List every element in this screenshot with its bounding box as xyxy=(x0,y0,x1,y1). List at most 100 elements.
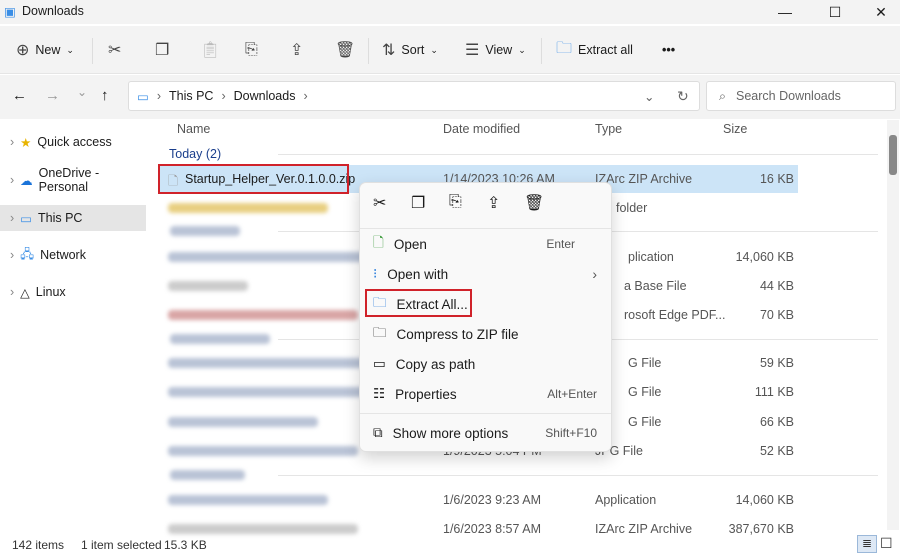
menu-label: Properties xyxy=(395,386,457,402)
file-size: 59 KB xyxy=(759,356,794,370)
file-size: 66 KB xyxy=(759,415,794,429)
view-label: View xyxy=(485,43,513,57)
menu-item-open-with[interactable]: ⁝ Open with › xyxy=(360,259,611,289)
share-icon[interactable]: ⇪ xyxy=(487,193,500,213)
menu-item-compress[interactable]: 🗀 Compress to ZIP file xyxy=(360,319,611,349)
file-type: G File xyxy=(628,385,662,399)
menu-label: Open xyxy=(393,236,427,252)
file-row[interactable]: 1/6/2023 9:23 AM Application 14,060 KB xyxy=(158,486,798,514)
group-label: Today (2) xyxy=(169,147,222,161)
cut-icon[interactable]: ✂ xyxy=(108,38,121,62)
more-button[interactable]: ••• xyxy=(662,38,675,62)
new-button[interactable]: ⊕ New ⌄ xyxy=(16,38,74,62)
group-header[interactable] xyxy=(158,465,878,485)
column-date[interactable]: Date modified xyxy=(443,122,520,136)
minimize-button[interactable]: — xyxy=(770,2,800,22)
back-icon[interactable]: ← xyxy=(12,87,27,104)
sort-button[interactable]: ⇅ Sort ⌄ xyxy=(382,38,438,62)
delete-icon[interactable]: 🗑︎ xyxy=(524,193,544,213)
file-type: Application xyxy=(595,493,657,507)
file-type: a Base File xyxy=(624,279,687,293)
view-button[interactable]: ☰ View ⌄ xyxy=(465,38,526,62)
file-size: 14,060 KB xyxy=(735,493,794,507)
tiles-view-icon[interactable]: ☐ xyxy=(880,535,893,552)
folder-icon: ▣ xyxy=(4,5,16,19)
item-count: 142 items xyxy=(12,538,65,552)
highlight-box xyxy=(365,289,472,317)
command-bar: ⊕ New ⌄ ✂ ❐ 📋︎ ⎘ ⇪ 🗑︎ ⇅ Sort ⌄ ☰ View ⌄ 🗀 Extra… xyxy=(0,26,900,74)
paste-icon[interactable]: 📋︎ xyxy=(200,38,220,62)
shortcut: Shift+F10 xyxy=(545,426,597,440)
search-box[interactable]: ⌕ Search Downloads xyxy=(706,81,896,111)
zip-icon: 🗀 xyxy=(373,324,387,340)
search-icon: ⌕ xyxy=(719,88,727,103)
column-name[interactable]: Name xyxy=(177,122,210,136)
recent-icon[interactable]: ⌄ xyxy=(77,85,87,99)
highlight-box xyxy=(158,164,349,194)
selection-count: 1 item selected xyxy=(81,538,162,552)
shortcut: Alt+Enter xyxy=(547,387,597,401)
menu-item-show-more[interactable]: ⧉ Show more options Shift+F10 xyxy=(360,418,611,448)
address-bar[interactable]: ▭ › This PC › Downloads › ⌄ ↻ xyxy=(128,81,700,111)
forward-icon[interactable]: → xyxy=(45,87,60,104)
sidebar-item-quick-access[interactable]: › ★ Quick access xyxy=(0,129,146,155)
column-size[interactable]: Size xyxy=(723,122,747,136)
cut-icon[interactable]: ✂ xyxy=(373,193,386,213)
file-size: 70 KB xyxy=(759,308,794,322)
refresh-icon[interactable]: ↻ xyxy=(677,88,689,105)
divider xyxy=(360,413,611,414)
extract-all-button[interactable]: 🗀 Extract all xyxy=(556,38,633,62)
menu-item-copy-path[interactable]: ▭ Copy as path xyxy=(360,349,611,379)
share-icon[interactable]: ⇪ xyxy=(290,38,303,62)
file-type: G File xyxy=(628,415,662,429)
sidebar-label: Network xyxy=(40,248,86,262)
file-date: 1/6/2023 9:23 AM xyxy=(443,493,541,507)
scrollbar[interactable] xyxy=(887,120,899,530)
network-icon: 🖧︎ xyxy=(20,246,35,261)
delete-icon[interactable]: 🗑︎ xyxy=(335,38,355,62)
star-icon: ★ xyxy=(20,135,32,150)
menu-item-open[interactable]: 🗋︎ Open Enter xyxy=(360,229,611,259)
window-title: Downloads xyxy=(22,4,84,18)
sidebar-item-onedrive[interactable]: › ☁ OneDrive - Personal xyxy=(0,166,146,194)
column-type[interactable]: Type xyxy=(595,122,622,136)
new-label: New xyxy=(35,43,61,57)
up-icon[interactable]: ↑ xyxy=(101,87,109,104)
plus-icon: ⊕ xyxy=(16,42,30,59)
shortcut: Enter xyxy=(546,237,575,251)
monitor-icon: ▭ xyxy=(20,211,32,226)
close-button[interactable]: ✕ xyxy=(866,2,896,22)
search-input[interactable]: Search Downloads xyxy=(736,89,841,103)
divider xyxy=(541,38,542,64)
sidebar-label: Linux xyxy=(35,285,66,299)
view-icon: ☰ xyxy=(465,42,480,59)
sort-label: Sort xyxy=(401,43,425,57)
scrollbar-thumb[interactable] xyxy=(889,135,897,175)
menu-item-properties[interactable]: ☷ Properties Alt+Enter xyxy=(360,379,611,409)
sidebar-item-linux[interactable]: › △ Linux xyxy=(0,279,146,305)
copy-icon[interactable]: ❐ xyxy=(155,38,169,62)
divider xyxy=(92,38,93,64)
group-header-today[interactable]: Today (2) xyxy=(158,144,878,164)
file-size: 14,060 KB xyxy=(735,250,794,264)
file-type: folder xyxy=(616,201,648,215)
dropdown-icon[interactable]: ⌄ xyxy=(644,89,654,104)
breadcrumb-this-pc[interactable]: This PC xyxy=(169,89,213,103)
sidebar-item-this-pc[interactable]: › ▭ This PC xyxy=(0,205,146,231)
sidebar-item-network[interactable]: › 🖧︎ Network xyxy=(0,242,146,268)
breadcrumb-downloads[interactable]: Downloads xyxy=(234,89,296,103)
pc-icon: ▭ xyxy=(137,89,149,104)
rename-icon[interactable]: ⎘ xyxy=(245,38,258,62)
file-size: 44 KB xyxy=(759,279,794,293)
sort-icon: ⇅ xyxy=(382,42,396,59)
file-size: 111 KB xyxy=(754,385,794,399)
menu-label: Show more options xyxy=(392,425,509,441)
rename-icon[interactable]: ⎘ xyxy=(449,193,462,211)
file-size: 52 KB xyxy=(759,444,794,458)
details-view-icon[interactable]: ≣ xyxy=(857,535,877,553)
sidebar-label: Quick access xyxy=(37,135,112,149)
maximize-button[interactable]: ☐ xyxy=(820,2,850,22)
divider xyxy=(368,38,369,64)
copy-icon[interactable]: ❐ xyxy=(411,193,425,213)
file-type: plication xyxy=(628,250,674,264)
